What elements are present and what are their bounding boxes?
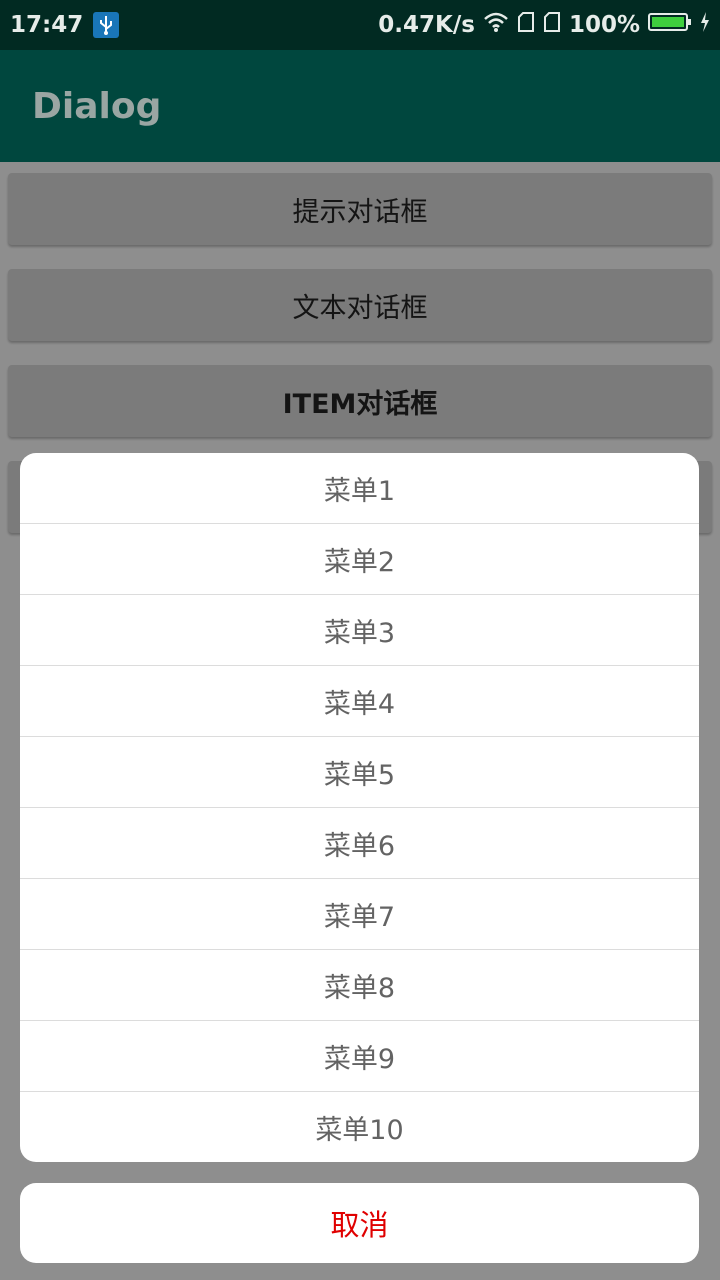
menu-item-4[interactable]: 菜单4 xyxy=(20,666,699,737)
menu-sheet: 菜单1 菜单2 菜单3 菜单4 菜单5 菜单6 菜单7 菜单8 菜单9 菜单10 xyxy=(20,453,699,1162)
status-bar: 17:47 0.47K/s 100% xyxy=(0,0,720,50)
menu-item-6[interactable]: 菜单6 xyxy=(20,808,699,879)
menu-item-3[interactable]: 菜单3 xyxy=(20,595,699,666)
menu-item-7[interactable]: 菜单7 xyxy=(20,879,699,950)
menu-item-9[interactable]: 菜单9 xyxy=(20,1021,699,1092)
alert-dialog-button[interactable]: 提示对话框 xyxy=(8,173,712,245)
menu-item-8[interactable]: 菜单8 xyxy=(20,950,699,1021)
menu-item-5[interactable]: 菜单5 xyxy=(20,737,699,808)
item-dialog-button[interactable]: ITEM对话框 xyxy=(8,365,712,437)
battery-percent: 100% xyxy=(568,12,640,38)
page-title: Dialog xyxy=(32,85,162,127)
wifi-icon xyxy=(483,11,509,39)
sim2-icon xyxy=(543,11,561,39)
text-dialog-button[interactable]: 文本对话框 xyxy=(8,269,712,341)
sim1-icon xyxy=(517,11,535,39)
menu-item-2[interactable]: 菜单2 xyxy=(20,524,699,595)
status-time: 17:47 xyxy=(10,12,84,38)
usb-icon xyxy=(93,12,120,38)
cancel-button[interactable]: 取消 xyxy=(20,1183,699,1263)
menu-item-10[interactable]: 菜单10 xyxy=(20,1092,699,1162)
network-speed: 0.47K/s xyxy=(378,12,475,38)
charging-icon xyxy=(700,11,710,39)
menu-item-1[interactable]: 菜单1 xyxy=(20,453,699,524)
app-bar: Dialog xyxy=(0,50,720,162)
battery-icon xyxy=(648,11,692,39)
